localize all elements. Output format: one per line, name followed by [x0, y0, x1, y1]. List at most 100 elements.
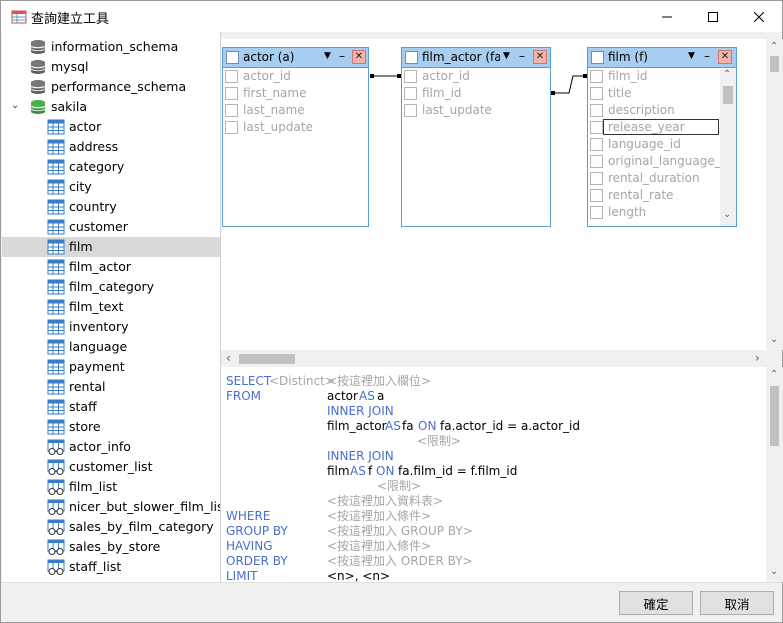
- tree-table-city[interactable]: city: [2, 177, 220, 197]
- field-row-actor-id[interactable]: actor_id: [223, 68, 368, 85]
- table-box-header[interactable]: film (f) ▼ – ✕: [588, 48, 736, 68]
- tree-table-address[interactable]: address: [2, 137, 220, 157]
- tree-view-film-list[interactable]: film_list: [2, 477, 220, 497]
- tree-table-rental[interactable]: rental: [2, 377, 220, 397]
- field-row-language-id[interactable]: language_id: [588, 136, 720, 153]
- field-checkbox[interactable]: [404, 70, 417, 83]
- scroll-down-icon[interactable]: ⌄: [723, 209, 731, 220]
- table-box-film-actor[interactable]: film_actor (fa) ▼ – ✕ actor_id film_id las…: [401, 47, 551, 227]
- tree-view-sales-by-film-category[interactable]: sales_by_film_category: [2, 517, 220, 537]
- add-having-condition-link[interactable]: <按這裡加入條件>: [327, 539, 431, 554]
- tree-database-information-schema[interactable]: information_schema: [2, 37, 220, 57]
- collapse-chevron-icon[interactable]: ⌄: [11, 100, 19, 111]
- field-checkbox[interactable]: [590, 155, 603, 168]
- diagram-horizontal-scrollbar[interactable]: ‹ ›: [221, 350, 766, 367]
- field-checkbox[interactable]: [225, 87, 238, 100]
- field-row-last-name[interactable]: last_name: [223, 102, 368, 119]
- tree-view-nicer-but-slower-film-list[interactable]: nicer_but_slower_film_list: [2, 497, 220, 517]
- add-order-by-link[interactable]: <按這裡加入 ORDER BY>: [327, 554, 473, 569]
- scroll-up-icon[interactable]: ⌃: [770, 41, 778, 52]
- join-condition[interactable]: fa.actor_id = a.actor_id: [440, 419, 580, 434]
- field-row-film-id[interactable]: film_id: [402, 85, 550, 102]
- tree-table-customer[interactable]: customer: [2, 217, 220, 237]
- field-checkbox[interactable]: [225, 70, 238, 83]
- dropdown-icon[interactable]: ▼: [324, 51, 331, 61]
- table-box-actor[interactable]: actor (a) ▼ – ✕ actor_id first_name last_n…: [222, 47, 369, 227]
- tree-table-inventory[interactable]: inventory: [2, 317, 220, 337]
- tree-table-staff[interactable]: staff: [2, 397, 220, 417]
- field-checkbox[interactable]: [590, 172, 603, 185]
- field-checkbox[interactable]: [590, 138, 603, 151]
- field-checkbox[interactable]: [590, 121, 603, 134]
- tree-database-mysql[interactable]: mysql: [2, 57, 220, 77]
- field-row-release-year[interactable]: release_year: [588, 119, 720, 136]
- sql-vertical-scrollbar[interactable]: ⌃ ⌄: [766, 367, 783, 582]
- field-checkbox[interactable]: [225, 121, 238, 134]
- remove-table-icon[interactable]: ✕: [533, 50, 547, 64]
- table-box-film[interactable]: film (f) ▼ – ✕ film_id title description re…: [587, 47, 737, 227]
- field-checkbox[interactable]: [590, 206, 603, 219]
- field-checkbox[interactable]: [590, 70, 603, 83]
- field-checkbox[interactable]: [590, 104, 603, 117]
- field-row-description[interactable]: description: [588, 102, 720, 119]
- maximize-button[interactable]: [690, 1, 736, 32]
- scroll-up-icon[interactable]: ⌃: [770, 369, 778, 380]
- scrollbar-thumb[interactable]: [770, 386, 779, 446]
- field-row-original-language-id[interactable]: original_language_id: [588, 153, 720, 170]
- add-table-link[interactable]: <按這裡加入資料表>: [327, 494, 443, 509]
- minimize-table-icon[interactable]: –: [339, 49, 345, 63]
- close-button[interactable]: [736, 1, 782, 32]
- table-name[interactable]: film_actor: [327, 419, 387, 434]
- scrollbar-thumb[interactable]: [239, 354, 295, 364]
- remove-table-icon[interactable]: ✕: [352, 50, 366, 64]
- field-checkbox[interactable]: [404, 87, 417, 100]
- scroll-up-icon[interactable]: ⌃: [723, 69, 731, 80]
- scroll-right-icon[interactable]: ›: [755, 351, 760, 365]
- field-checkbox[interactable]: [590, 189, 603, 202]
- diagram-canvas[interactable]: actor (a) ▼ – ✕ actor_id first_name last_n…: [221, 39, 783, 350]
- table-alias[interactable]: fa: [402, 419, 414, 434]
- sql-editor[interactable]: SELECT <Distinct> <按這裡加入欄位> FROM actor A…: [221, 367, 766, 582]
- table-box-header[interactable]: actor (a) ▼ – ✕: [223, 48, 368, 68]
- scrollbar-thumb[interactable]: [723, 86, 733, 104]
- field-checkbox[interactable]: [590, 87, 603, 100]
- field-row-first-name[interactable]: first_name: [223, 85, 368, 102]
- minimize-table-icon[interactable]: –: [519, 49, 525, 63]
- field-row-title[interactable]: title: [588, 85, 720, 102]
- field-row-last-update[interactable]: last_update: [223, 119, 368, 136]
- field-row-rental-rate[interactable]: rental_rate: [588, 187, 720, 204]
- cancel-button[interactable]: 取消: [700, 591, 774, 615]
- add-field-link[interactable]: <按這裡加入欄位>: [327, 374, 431, 389]
- field-row-actor-id[interactable]: actor_id: [402, 68, 550, 85]
- select-all-checkbox[interactable]: [405, 51, 418, 64]
- table-name[interactable]: actor: [327, 389, 358, 404]
- minimize-table-icon[interactable]: –: [704, 49, 710, 63]
- tree-table-film-category[interactable]: film_category: [2, 277, 220, 297]
- table-box-scrollbar[interactable]: ⌃ ⌄: [720, 69, 736, 226]
- tree-table-payment[interactable]: payment: [2, 357, 220, 377]
- join-type[interactable]: INNER JOIN: [327, 449, 394, 464]
- scroll-left-icon[interactable]: ‹: [226, 351, 231, 365]
- add-group-by-link[interactable]: <按這裡加入 GROUP BY>: [327, 524, 473, 539]
- add-condition-link[interactable]: <按這裡加入條件>: [327, 509, 431, 524]
- tree-table-film-actor[interactable]: film_actor: [2, 257, 220, 277]
- tree-table-actor[interactable]: actor: [2, 117, 220, 137]
- table-box-header[interactable]: film_actor (fa) ▼ – ✕: [402, 48, 550, 68]
- table-alias[interactable]: a: [377, 389, 384, 404]
- limit-values[interactable]: <n>, <n>: [327, 569, 390, 582]
- distinct-toggle[interactable]: <Distinct>: [269, 374, 335, 389]
- tree-table-language[interactable]: language: [2, 337, 220, 357]
- field-row-rental-duration[interactable]: rental_duration: [588, 170, 720, 187]
- scroll-down-icon[interactable]: ⌄: [770, 334, 778, 345]
- field-row-length[interactable]: length: [588, 204, 720, 221]
- table-alias[interactable]: f: [368, 464, 372, 479]
- tree-table-category[interactable]: category: [2, 157, 220, 177]
- dropdown-icon[interactable]: ▼: [503, 51, 510, 61]
- ok-button[interactable]: 確定: [619, 591, 693, 615]
- scroll-down-icon[interactable]: ⌄: [770, 566, 778, 577]
- tree-view-staff-list[interactable]: staff_list: [2, 557, 220, 577]
- table-name[interactable]: film: [327, 464, 350, 479]
- tree-table-store[interactable]: store: [2, 417, 220, 437]
- select-all-checkbox[interactable]: [226, 51, 239, 64]
- tree-table-country[interactable]: country: [2, 197, 220, 217]
